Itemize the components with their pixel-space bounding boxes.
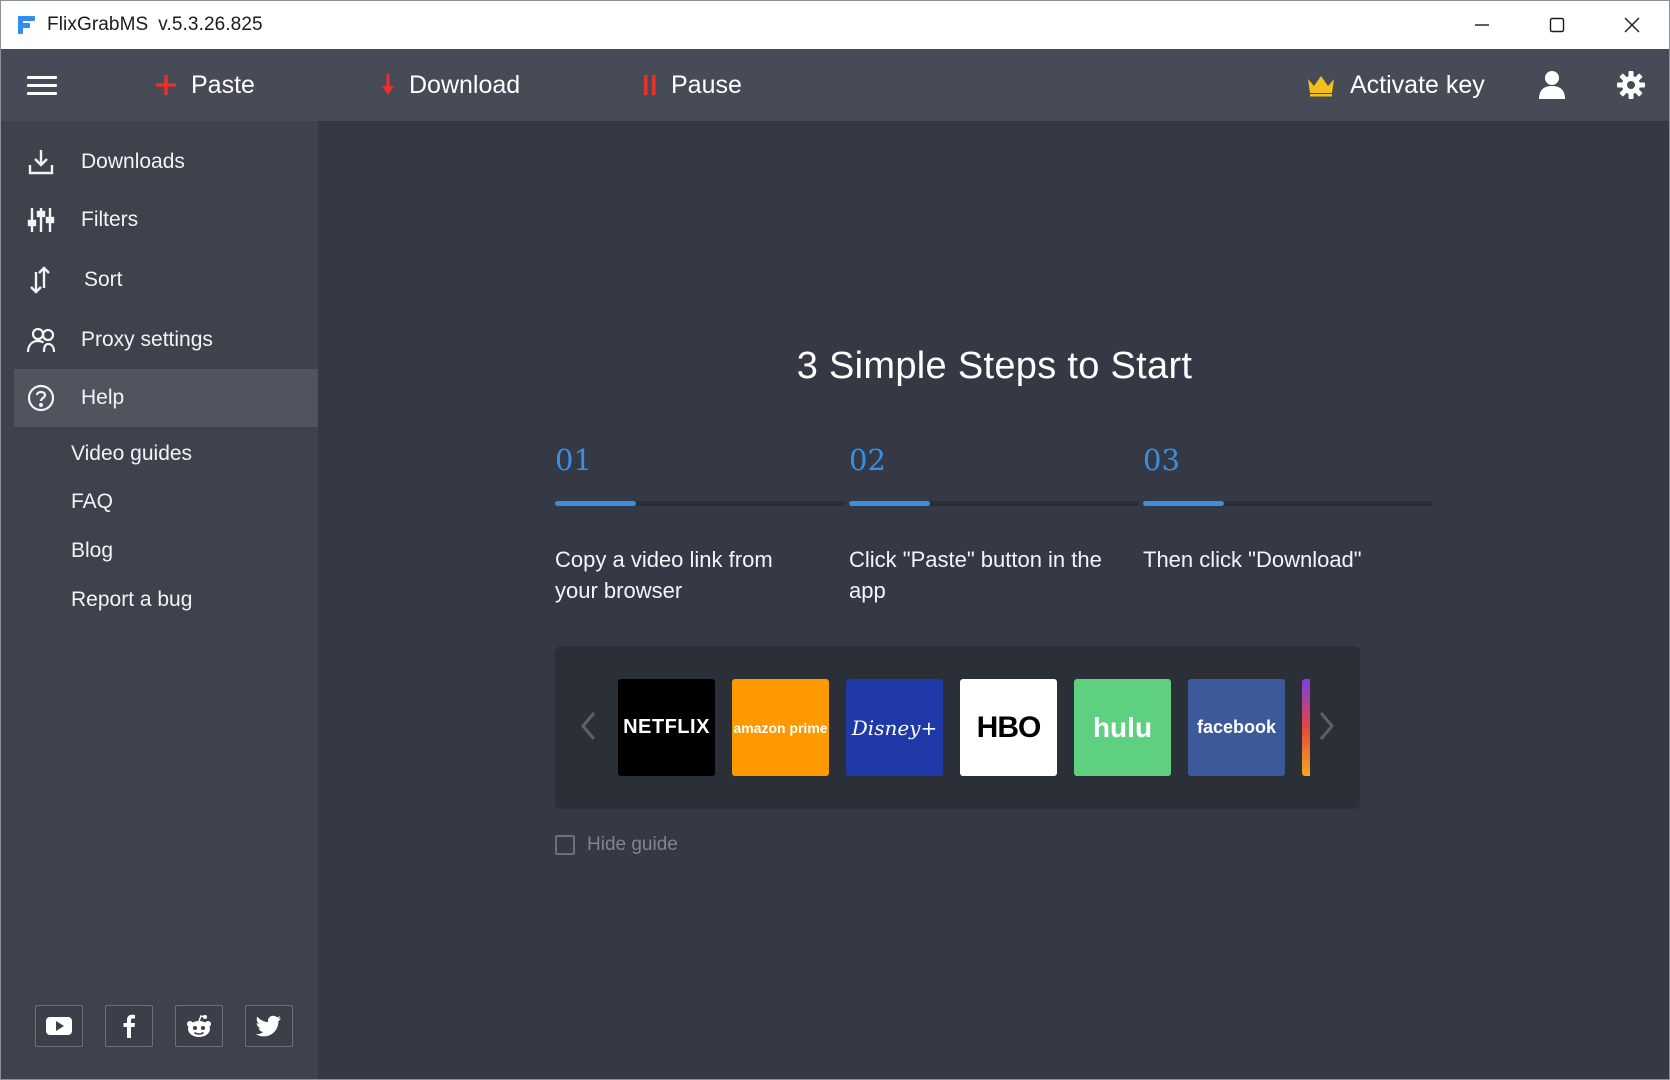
- main-panel: 3 Simple Steps to Start 01 Copy a video …: [318, 121, 1669, 1079]
- guide-title: 3 Simple Steps to Start: [796, 345, 1193, 387]
- step-2: 02 Click "Paste" button in the app: [849, 443, 1144, 606]
- activate-key-label: Activate key: [1350, 70, 1485, 99]
- download-label: Download: [409, 70, 521, 99]
- service-name: HBO: [976, 710, 1042, 744]
- minimize-button[interactable]: [1444, 1, 1519, 49]
- step-progress-track: [555, 501, 845, 506]
- maximize-button[interactable]: [1519, 1, 1594, 49]
- settings-button[interactable]: [1616, 49, 1646, 121]
- proxy-icon: [26, 325, 56, 355]
- pause-button[interactable]: Pause: [643, 49, 742, 121]
- sidebar-item-label: Sort: [84, 268, 123, 291]
- sort-icon: [26, 265, 56, 295]
- sidebar-item-proxy-settings[interactable]: Proxy settings: [14, 311, 318, 369]
- plus-icon: [156, 75, 176, 95]
- service-name: Disney+: [851, 715, 938, 740]
- service-name: hulu: [1092, 711, 1153, 743]
- pause-label: Pause: [671, 70, 742, 99]
- sliders-icon: [26, 205, 56, 235]
- crown-icon: [1308, 76, 1334, 97]
- gear-icon: [1617, 71, 1645, 99]
- twitter-button[interactable]: [245, 1005, 293, 1047]
- service-name: facebook: [1196, 717, 1277, 737]
- service-facebook[interactable]: facebook: [1188, 679, 1285, 776]
- step-1: 01 Copy a video link from your browser: [555, 443, 850, 606]
- reddit-button[interactable]: [175, 1005, 223, 1047]
- hamburger-icon: [27, 71, 57, 100]
- step-3: 03 Then click "Download": [1143, 443, 1438, 575]
- activate-key-button[interactable]: Activate key: [1306, 49, 1485, 121]
- account-button[interactable]: [1538, 49, 1566, 121]
- service-netflix[interactable]: NETFLIX: [618, 679, 715, 776]
- step-progress-fill: [555, 501, 637, 506]
- paste-button[interactable]: Paste: [155, 49, 255, 121]
- step-number: 03: [1143, 443, 1180, 477]
- carousel-prev-button[interactable]: [573, 706, 603, 746]
- step-text: Click "Paste" button in the app: [849, 547, 1102, 603]
- hide-guide-checkbox[interactable]: [555, 835, 575, 855]
- sidebar-item-label: Proxy settings: [81, 328, 213, 351]
- app-logo-icon: [18, 16, 35, 34]
- service-hbo[interactable]: HBO: [960, 679, 1057, 776]
- app-name: FlixGrabMS: [47, 14, 149, 35]
- step-text: Copy a video link from your browser: [555, 547, 773, 603]
- sidebar-item-downloads[interactable]: Downloads: [14, 133, 318, 191]
- sidebar-item-label: Filters: [81, 208, 139, 231]
- reddit-icon: [187, 1015, 211, 1037]
- title-bar: FlixGrabMS v.5.3.26.825: [1, 1, 1669, 49]
- close-button[interactable]: [1594, 1, 1669, 49]
- app-version: v.5.3.26.825: [158, 14, 263, 35]
- step-progress-track: [849, 501, 1139, 506]
- help-subitem-faq[interactable]: FAQ: [71, 487, 113, 517]
- user-icon: [1539, 71, 1565, 99]
- step-progress-fill: [849, 501, 931, 506]
- youtube-icon: [46, 1017, 72, 1035]
- close-icon: [1624, 17, 1639, 33]
- step-progress-track: [1143, 501, 1433, 506]
- step-number: 02: [849, 443, 886, 477]
- youtube-button[interactable]: [35, 1005, 83, 1047]
- help-subitem-blog[interactable]: Blog: [71, 536, 113, 566]
- arrow-down-icon: [382, 74, 394, 95]
- step-progress-fill: [1143, 501, 1225, 506]
- help-icon: [26, 383, 56, 413]
- sidebar-item-help[interactable]: Help: [14, 369, 318, 427]
- help-subitem-report-bug[interactable]: Report a bug: [71, 585, 192, 615]
- download-icon: [26, 147, 56, 177]
- window-title: FlixGrabMS v.5.3.26.825: [47, 14, 263, 36]
- twitter-icon: [256, 1015, 281, 1037]
- sidebar-item-sort[interactable]: Sort: [14, 251, 318, 309]
- chevron-left-icon: [581, 712, 596, 740]
- facebook-icon: [123, 1014, 135, 1038]
- app-window: FlixGrabMS v.5.3.26.825 Paste Download P…: [0, 0, 1670, 1080]
- maximize-icon: [1549, 17, 1564, 33]
- step-number: 01: [555, 443, 592, 477]
- service-name: NETFLIX: [623, 716, 710, 738]
- sidebar: Downloads Filters Sort Proxy settings He…: [1, 121, 318, 1079]
- toolbar: Paste Download Pause Activate key: [1, 49, 1669, 121]
- service-hulu[interactable]: hulu: [1074, 679, 1171, 776]
- pause-icon: [644, 75, 656, 95]
- chevron-right-icon: [1319, 712, 1334, 740]
- sidebar-item-label: Downloads: [81, 150, 185, 173]
- service-partial-tile: [1302, 679, 1310, 776]
- sidebar-item-label: Help: [81, 386, 125, 409]
- carousel-next-button[interactable]: [1312, 706, 1342, 746]
- help-subitem-video-guides[interactable]: Video guides: [71, 439, 192, 469]
- facebook-button[interactable]: [105, 1005, 153, 1047]
- step-text: Then click "Download": [1143, 547, 1362, 572]
- download-button[interactable]: Download: [381, 49, 520, 121]
- hide-guide-label: Hide guide: [587, 834, 678, 855]
- paste-label: Paste: [191, 70, 255, 99]
- service-name: amazon prime: [733, 719, 828, 736]
- menu-button[interactable]: [27, 49, 59, 121]
- hide-guide-option[interactable]: Hide guide: [555, 834, 678, 856]
- sidebar-item-filters[interactable]: Filters: [14, 191, 318, 249]
- window-controls: [1444, 1, 1669, 49]
- service-disney-plus[interactable]: Disney+: [846, 679, 943, 776]
- minimize-icon: [1474, 24, 1489, 26]
- service-amazon-prime[interactable]: amazon prime: [732, 679, 829, 776]
- services-carousel: NETFLIX amazon prime Disney+ HBO hulu fa…: [555, 646, 1360, 809]
